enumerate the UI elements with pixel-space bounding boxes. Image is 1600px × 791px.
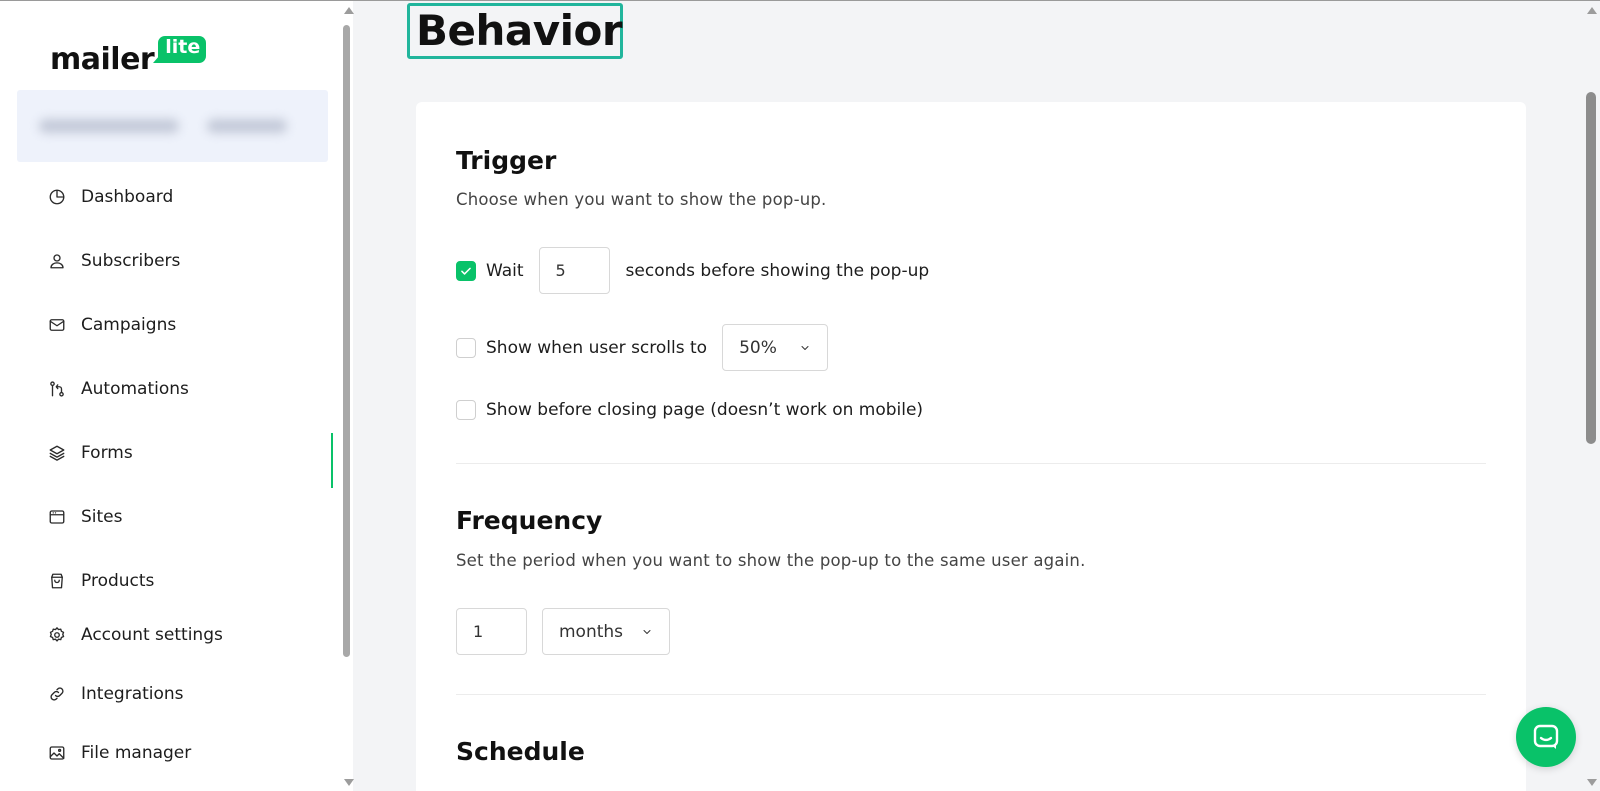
wait-label: Wait — [486, 260, 524, 281]
account-plan-blurred — [207, 119, 287, 133]
sidebar-scroll-down-icon[interactable] — [344, 779, 354, 786]
shopping-bag-icon — [51, 573, 63, 589]
sidebar-item-products[interactable]: Products — [48, 563, 154, 599]
page-title-highlight: Behavior — [407, 3, 623, 59]
behavior-settings-card: Trigger Choose when you want to show the… — [416, 102, 1526, 791]
sidebar: mailer lite Dashboard Subscribers Campai… — [0, 1, 354, 791]
sidebar-item-label: Subscribers — [81, 251, 181, 271]
sidebar-item-sites[interactable]: Sites — [48, 499, 123, 535]
frequency-value-input[interactable] — [456, 608, 527, 655]
frequency-unit-value: months — [559, 621, 624, 642]
link-icon — [50, 687, 64, 701]
mail-icon — [49, 319, 65, 331]
section-divider — [456, 694, 1486, 695]
layers-icon — [49, 445, 65, 461]
scroll-percent-select[interactable]: 50% — [722, 324, 829, 371]
wait-checkbox[interactable] — [456, 260, 476, 281]
main-scroll-up-icon[interactable] — [1587, 7, 1597, 14]
sidebar-item-label: Campaigns — [81, 315, 177, 335]
sidebar-item-label: Integrations — [81, 684, 184, 704]
page-title: Behavior — [416, 6, 623, 55]
sidebar-item-campaigns[interactable]: Campaigns — [48, 307, 176, 343]
chevron-down-icon — [801, 345, 809, 350]
exit-intent-checkbox[interactable] — [456, 400, 476, 420]
sidebar-item-label: Products — [81, 571, 155, 591]
scroll-percent-value: 50% — [739, 337, 777, 358]
main-scrollbar-thumb[interactable] — [1586, 92, 1596, 444]
sidebar-scrollbar-thumb[interactable] — [343, 25, 350, 657]
sidebar-item-dashboard[interactable]: Dashboard — [48, 179, 173, 215]
sidebar-item-forms[interactable]: Forms — [48, 435, 133, 471]
schedule-title: Schedule — [456, 737, 585, 766]
sidebar-item-label: Account settings — [81, 625, 223, 645]
exit-intent-option-row: Show before closing page (doesn’t work o… — [456, 400, 923, 420]
sidebar-item-label: Sites — [81, 507, 123, 527]
sidebar-item-automations[interactable]: Automations — [48, 371, 189, 407]
image-icon — [49, 746, 65, 760]
sidebar-item-integrations[interactable]: Integrations — [48, 676, 184, 712]
account-name-blurred — [39, 119, 179, 133]
trigger-description: Choose when you want to show the pop-up. — [456, 190, 827, 209]
active-nav-indicator — [331, 433, 333, 488]
frequency-unit-select[interactable]: months — [542, 608, 670, 655]
chat-icon — [1533, 724, 1559, 749]
chevron-down-icon — [643, 629, 651, 634]
sidebar-scroll-up-icon[interactable] — [344, 7, 354, 14]
logo-word: mailer — [50, 42, 155, 77]
chat-launcher-button[interactable] — [1516, 707, 1576, 767]
wait-option-row: Wait seconds before showing the pop-up — [456, 247, 929, 294]
sidebar-item-label: Forms — [81, 443, 133, 463]
exit-intent-label: Show before closing page (doesn’t work o… — [486, 400, 924, 420]
frequency-description: Set the period when you want to show the… — [456, 551, 1086, 570]
account-switcher[interactable] — [17, 90, 328, 162]
main-scroll-down-icon[interactable] — [1587, 779, 1597, 786]
sidebar-item-account-settings[interactable]: Account settings — [48, 617, 223, 653]
gear-icon — [49, 627, 65, 642]
sidebar-item-file-manager[interactable]: File manager — [48, 735, 191, 771]
logo-badge: lite — [153, 36, 207, 63]
sidebar-item-label: Automations — [81, 379, 189, 399]
frequency-row: months — [456, 608, 670, 655]
user-icon — [50, 254, 64, 269]
mailerlite-logo[interactable]: mailer lite — [50, 31, 207, 77]
trigger-title: Trigger — [456, 146, 557, 175]
sidebar-item-subscribers[interactable]: Subscribers — [48, 243, 180, 279]
wait-suffix-label: seconds before showing the pop-up — [625, 260, 930, 281]
section-divider — [456, 463, 1486, 464]
sidebar-item-label: File manager — [81, 743, 192, 763]
scroll-option-row: Show when user scrolls to 50% — [456, 324, 829, 371]
browser-icon — [49, 510, 65, 524]
scroll-checkbox[interactable] — [456, 337, 476, 358]
flow-icon — [50, 381, 64, 397]
wait-seconds-input[interactable] — [538, 247, 610, 294]
check-icon — [461, 267, 471, 275]
sidebar-item-label: Dashboard — [81, 187, 174, 207]
frequency-title: Frequency — [456, 506, 603, 535]
scroll-label: Show when user scrolls to — [486, 337, 708, 358]
clock-icon — [49, 189, 65, 205]
